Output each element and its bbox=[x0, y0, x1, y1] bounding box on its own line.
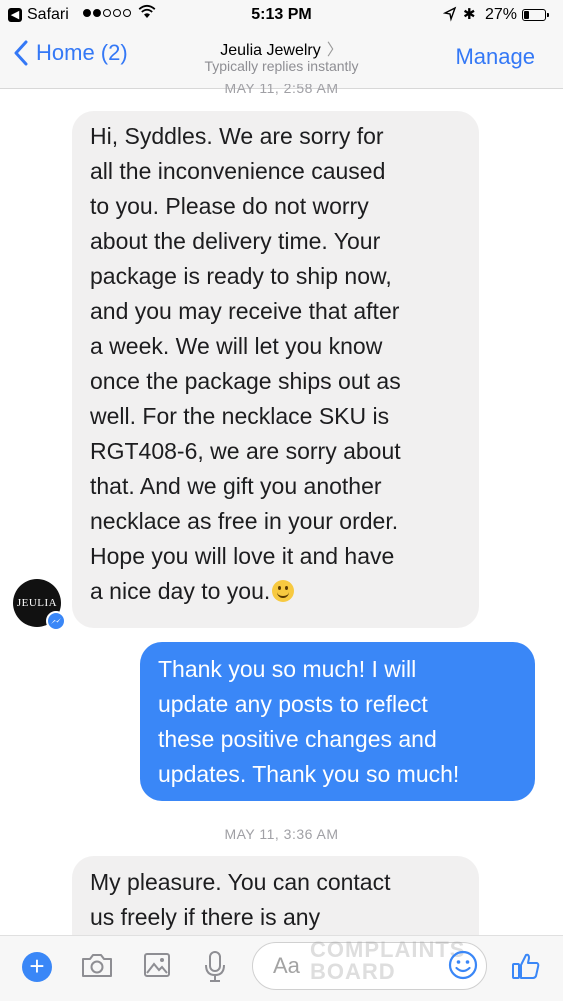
conversation-header: Home (2) Jeulia Jewelry 〉 Typically repli… bbox=[0, 32, 563, 89]
outgoing-message[interactable]: Thank you so much! I will update any pos… bbox=[140, 642, 535, 801]
message-text: Hi, Syddles. We are sorry for all the in… bbox=[90, 123, 401, 604]
add-button[interactable]: + bbox=[22, 952, 52, 982]
message-timestamp: MAY 11, 3:36 AM bbox=[224, 826, 339, 842]
bluetooth-icon: ✱ bbox=[463, 6, 476, 23]
message-composer: + Aa COMPLAINTS BOARD bbox=[0, 935, 563, 1001]
thumbs-up-icon[interactable] bbox=[510, 950, 542, 982]
incoming-message[interactable]: Hi, Syddles. We are sorry for all the in… bbox=[72, 111, 479, 628]
message-text: My pleasure. You can contact us freely i… bbox=[90, 869, 391, 930]
battery-icon bbox=[522, 9, 549, 21]
battery-percent: 27% bbox=[485, 6, 518, 23]
message-input-placeholder: Aa bbox=[273, 953, 300, 978]
photo-icon[interactable] bbox=[143, 950, 171, 980]
contact-name: Jeulia Jewelry bbox=[220, 42, 321, 59]
emoji-icon[interactable] bbox=[447, 949, 479, 981]
avatar-logo-text: JEULIA bbox=[16, 597, 58, 609]
smiley-emoji-icon bbox=[272, 580, 295, 602]
camera-icon[interactable] bbox=[80, 950, 114, 980]
chevron-right-icon: 〉 bbox=[326, 42, 343, 59]
microphone-icon[interactable] bbox=[203, 950, 227, 984]
status-bar: ◀ Safari 5:13 PM ✱ 27% bbox=[0, 0, 563, 32]
location-arrow-icon bbox=[443, 6, 457, 22]
messenger-badge-icon bbox=[46, 611, 66, 631]
manage-button[interactable]: Manage bbox=[455, 44, 535, 70]
message-text: Thank you so much! I will update any pos… bbox=[158, 656, 460, 787]
message-timestamp: MAY 11, 2:58 AM bbox=[224, 84, 339, 96]
status-time: 5:13 PM bbox=[251, 6, 312, 23]
